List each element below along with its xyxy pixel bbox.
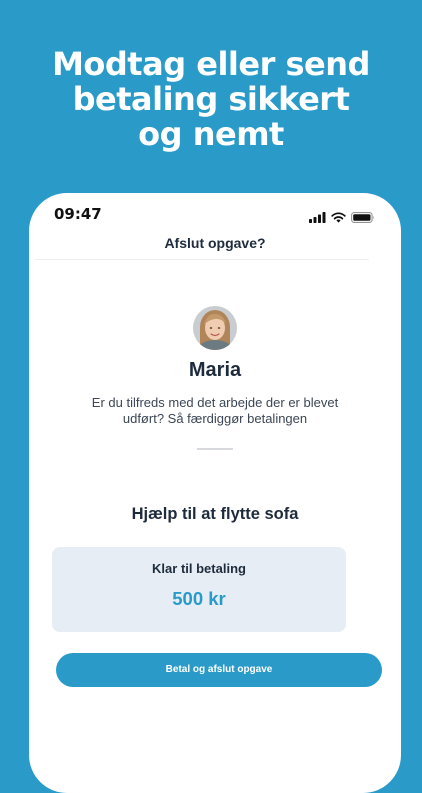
wifi-icon — [331, 208, 346, 227]
status-icons — [309, 208, 375, 227]
section-divider — [197, 448, 233, 450]
status-time: 09:47 — [54, 205, 102, 223]
header-divider — [35, 259, 369, 260]
payment-card: Klar til betaling 500 kr — [52, 547, 346, 632]
headline-line-1: Modtag eller send — [52, 45, 370, 83]
avatar — [193, 306, 237, 350]
task-title: Hjælp til at flytte sofa — [131, 505, 299, 523]
user-name: Maria — [188, 359, 242, 381]
completion-prompt: Er du tilfreds med det arbejde der er bl… — [91, 395, 339, 426]
payment-status-label: Klar til betaling — [152, 561, 246, 576]
phone-screen: 09:47 Afslut opgave? Maria Er du tilfred… — [29, 193, 401, 793]
promo-headline: Modtag eller send betaling sikkert og ne… — [0, 47, 422, 152]
screen-title: Afslut opgave? — [164, 235, 266, 251]
pay-and-complete-button[interactable]: Betal og afslut opgave — [56, 653, 382, 687]
battery-icon — [351, 208, 375, 227]
headline-line-2: betaling sikkert — [72, 80, 350, 118]
payment-amount: 500 kr — [172, 588, 226, 609]
cellular-signal-icon — [309, 208, 326, 227]
status-bar: 09:47 — [29, 193, 401, 237]
headline-line-3: og nemt — [138, 115, 284, 153]
